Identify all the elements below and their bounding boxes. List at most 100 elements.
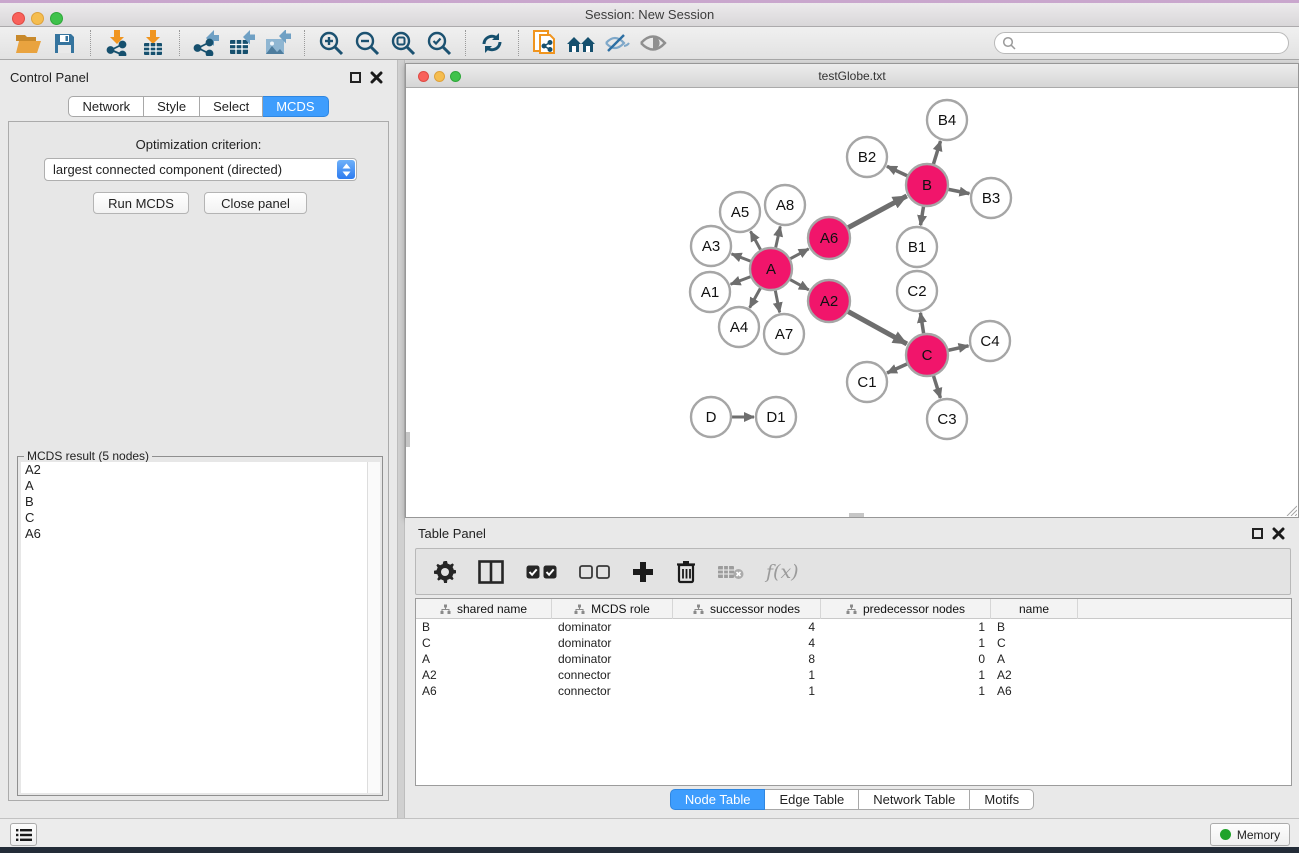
- graph-node-B2[interactable]: B2: [847, 137, 887, 177]
- table-cell[interactable]: 4: [673, 635, 821, 651]
- close-window-button[interactable]: [12, 12, 25, 25]
- graph-node-C1[interactable]: C1: [847, 362, 887, 402]
- table-cell[interactable]: B: [416, 619, 552, 635]
- table-row[interactable]: Adominator80A: [416, 651, 1291, 667]
- table-cell[interactable]: 1: [821, 667, 991, 683]
- table-cell[interactable]: connector: [552, 667, 673, 683]
- graph-node-C4[interactable]: C4: [970, 321, 1010, 361]
- resize-grip-icon[interactable]: [1284, 503, 1297, 516]
- memory-button[interactable]: Memory: [1210, 823, 1290, 846]
- table-cell[interactable]: 1: [821, 619, 991, 635]
- table-row[interactable]: Cdominator41C: [416, 635, 1291, 651]
- tab-motifs[interactable]: Motifs: [970, 789, 1034, 810]
- network-close-button[interactable]: [418, 71, 429, 82]
- table-cell[interactable]: B: [991, 619, 1078, 635]
- mcds-result-item[interactable]: C: [21, 510, 380, 526]
- mcds-result-list[interactable]: A2ABCA6: [21, 462, 380, 793]
- export-image-icon[interactable]: [260, 29, 296, 57]
- mcds-result-item[interactable]: A: [21, 478, 380, 494]
- tab-select[interactable]: Select: [200, 96, 263, 117]
- task-history-button[interactable]: [10, 823, 37, 846]
- panel-splitter[interactable]: [397, 60, 405, 818]
- open-session-icon[interactable]: [10, 29, 46, 57]
- network-graph-canvas[interactable]: AA1A2A3A4A5A6A7A8BB1B2B3B4CC1C2C3C4DD1: [406, 88, 1298, 517]
- table-cell[interactable]: 1: [821, 635, 991, 651]
- table-cell[interactable]: 1: [673, 683, 821, 699]
- mcds-result-item[interactable]: A6: [21, 526, 380, 542]
- zoom-in-icon[interactable]: [313, 29, 349, 57]
- table-cell[interactable]: dominator: [552, 619, 673, 635]
- table-row[interactable]: A6connector11A6: [416, 683, 1291, 699]
- table-cell[interactable]: 8: [673, 651, 821, 667]
- tab-mcds[interactable]: MCDS: [263, 96, 328, 117]
- close-table-panel-icon[interactable]: [1272, 527, 1285, 540]
- column-header-predecessor-nodes[interactable]: predecessor nodes: [821, 599, 991, 619]
- table-cell[interactable]: connector: [552, 683, 673, 699]
- graph-node-A7[interactable]: A7: [764, 314, 804, 354]
- zoom-window-button[interactable]: [50, 12, 63, 25]
- zoom-fit-icon[interactable]: [385, 29, 421, 57]
- table-cell[interactable]: 1: [673, 667, 821, 683]
- table-cell[interactable]: dominator: [552, 635, 673, 651]
- graph-node-A1[interactable]: A1: [690, 272, 730, 312]
- graph-node-B1[interactable]: B1: [897, 227, 937, 267]
- graph-node-A4[interactable]: A4: [719, 307, 759, 347]
- table-cell[interactable]: 0: [821, 651, 991, 667]
- minimize-window-button[interactable]: [31, 12, 44, 25]
- tab-node-table[interactable]: Node Table: [670, 789, 766, 810]
- graph-node-D[interactable]: D: [691, 397, 731, 437]
- table-cell[interactable]: A: [416, 651, 552, 667]
- table-cell[interactable]: dominator: [552, 651, 673, 667]
- column-header-mcds-role[interactable]: MCDS role: [552, 599, 673, 619]
- tab-edge-table[interactable]: Edge Table: [765, 789, 859, 810]
- table-cell[interactable]: A2: [416, 667, 552, 683]
- first-neighbors-icon[interactable]: [563, 29, 599, 57]
- table-cell[interactable]: A6: [416, 683, 552, 699]
- table-cell[interactable]: A2: [991, 667, 1078, 683]
- save-session-icon[interactable]: [46, 29, 82, 57]
- graph-node-C2[interactable]: C2: [897, 271, 937, 311]
- duplicate-network-icon[interactable]: [527, 29, 563, 57]
- table-row[interactable]: A2connector11A2: [416, 667, 1291, 683]
- mcds-result-item[interactable]: A2: [21, 462, 380, 478]
- float-panel-icon[interactable]: [350, 72, 361, 83]
- graph-node-A5[interactable]: A5: [720, 192, 760, 232]
- delete-column-icon[interactable]: [676, 560, 696, 584]
- table-cell[interactable]: C: [416, 635, 552, 651]
- select-all-checkboxes-icon[interactable]: [526, 565, 557, 579]
- graph-node-C3[interactable]: C3: [927, 399, 967, 439]
- column-visibility-icon[interactable]: [478, 560, 504, 584]
- graph-node-B[interactable]: B: [906, 164, 948, 206]
- import-network-icon[interactable]: [99, 29, 135, 57]
- network-minimize-button[interactable]: [434, 71, 445, 82]
- zoom-selected-icon[interactable]: [421, 29, 457, 57]
- optimization-criterion-dropdown[interactable]: largest connected component (directed): [44, 158, 357, 181]
- hide-labels-icon[interactable]: [599, 29, 635, 57]
- zoom-out-icon[interactable]: [349, 29, 385, 57]
- tab-network-table[interactable]: Network Table: [859, 789, 970, 810]
- network-scroll-nub[interactable]: [406, 432, 410, 447]
- node-table[interactable]: shared nameMCDS rolesuccessor nodesprede…: [415, 598, 1292, 786]
- result-scrollbar[interactable]: [367, 462, 380, 793]
- graph-node-A2[interactable]: A2: [808, 280, 850, 322]
- graph-node-D1[interactable]: D1: [756, 397, 796, 437]
- graph-node-B3[interactable]: B3: [971, 178, 1011, 218]
- graph-node-A6[interactable]: A6: [808, 217, 850, 259]
- graph-node-A8[interactable]: A8: [765, 185, 805, 225]
- tab-style[interactable]: Style: [144, 96, 200, 117]
- table-cell[interactable]: 4: [673, 619, 821, 635]
- search-field[interactable]: [994, 32, 1289, 54]
- import-table-icon[interactable]: [135, 29, 171, 57]
- graph-node-A[interactable]: A: [750, 248, 792, 290]
- graph-node-B4[interactable]: B4: [927, 100, 967, 140]
- network-zoom-button[interactable]: [450, 71, 461, 82]
- table-cell[interactable]: A6: [991, 683, 1078, 699]
- deselect-all-checkboxes-icon[interactable]: [579, 565, 610, 579]
- tab-network[interactable]: Network: [68, 96, 144, 117]
- run-mcds-button[interactable]: Run MCDS: [93, 192, 189, 214]
- graph-node-A3[interactable]: A3: [691, 226, 731, 266]
- table-cell[interactable]: C: [991, 635, 1078, 651]
- export-table-icon[interactable]: [224, 29, 260, 57]
- show-graphics-eye-icon[interactable]: [635, 29, 671, 57]
- refresh-icon[interactable]: [474, 29, 510, 57]
